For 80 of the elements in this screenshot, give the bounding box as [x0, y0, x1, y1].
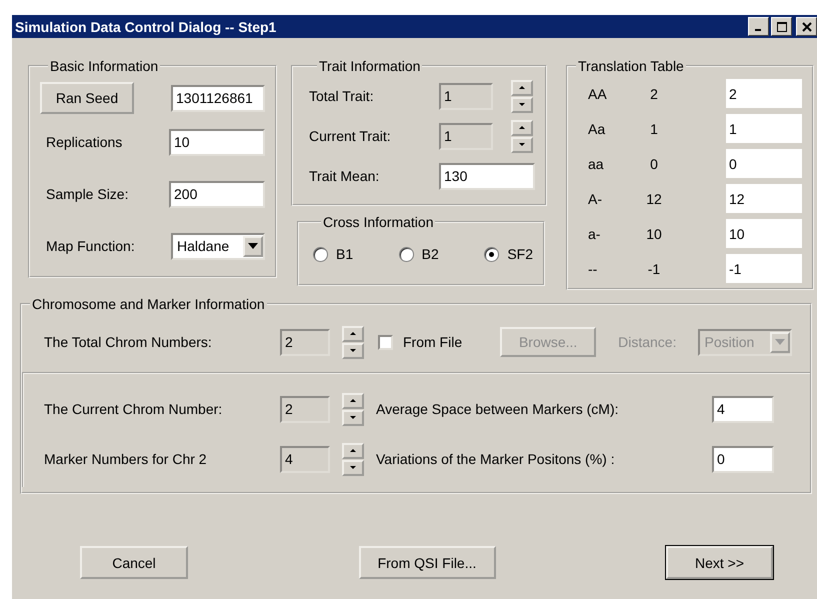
code-label: 1	[649, 120, 659, 136]
spin-down-button[interactable]	[342, 410, 364, 426]
map-function-dropdown[interactable]: Haldane	[171, 232, 265, 260]
spin-down-button[interactable]	[342, 460, 364, 476]
spin-down-button[interactable]	[511, 96, 533, 112]
genotype-label: aa	[588, 156, 605, 172]
radio-button[interactable]	[313, 246, 328, 262]
spin-down-button[interactable]	[511, 136, 533, 152]
field-label: Variations of the Marker Positons (%) :	[376, 451, 616, 467]
field-label: Distance:	[618, 334, 676, 350]
window-title: Simulation Data Control Dialog -- Step1	[15, 18, 276, 34]
translation-field[interactable]: 0	[726, 149, 802, 178]
genotype-label: A-	[588, 190, 603, 206]
up-arrow-icon	[350, 449, 356, 452]
field-label: Map Function:	[46, 238, 135, 254]
radio-label[interactable]: SF2	[507, 246, 533, 262]
spin-up-button[interactable]	[342, 442, 364, 458]
maximize-button[interactable]	[771, 17, 792, 36]
spin-up-button[interactable]	[511, 120, 533, 136]
close-icon	[802, 22, 812, 32]
input-field[interactable]: 200	[169, 180, 265, 208]
translation-field[interactable]: 12	[726, 184, 802, 213]
radio-label[interactable]: B1	[336, 246, 354, 262]
spin-up-button[interactable]	[511, 80, 533, 96]
dropdown-arrow-icon	[775, 339, 786, 345]
radio-button[interactable]	[398, 246, 414, 262]
dialog-button[interactable]: Cancel	[80, 546, 188, 579]
genotype-label: a-	[588, 226, 602, 242]
checkbox[interactable]	[378, 334, 393, 350]
maximize-icon	[776, 22, 786, 32]
field-label: Average Space between Markers (cM):	[376, 401, 620, 417]
code-label: 10	[645, 226, 663, 242]
field-label: The Total Chrom Numbers:	[44, 334, 213, 350]
down-arrow-icon	[350, 349, 356, 352]
translation-field[interactable]: 1	[726, 114, 802, 143]
genotype-label: --	[588, 260, 598, 276]
ran-seed-button[interactable]: Ran Seed	[40, 82, 134, 114]
input-field[interactable]: 10	[169, 128, 265, 156]
genotype-label: AA	[588, 86, 608, 102]
code-label: 0	[649, 156, 659, 172]
close-button[interactable]	[796, 17, 817, 36]
group-title: Trait Information	[318, 58, 422, 74]
up-arrow-icon	[350, 332, 356, 335]
down-arrow-icon	[519, 103, 525, 106]
spin-down-button[interactable]	[342, 342, 364, 358]
checkbox-label[interactable]: From File	[403, 334, 462, 350]
code-label: 2	[649, 86, 659, 102]
field-label: Current Trait:	[309, 128, 392, 144]
code-label: -1	[646, 260, 662, 276]
translation-field[interactable]: 10	[726, 219, 802, 248]
down-arrow-icon	[350, 466, 356, 469]
translation-field[interactable]: -1	[726, 254, 802, 283]
down-arrow-icon	[350, 416, 356, 419]
field-label: Sample Size:	[46, 186, 128, 202]
dialog-button[interactable]: Next >>	[666, 546, 773, 579]
up-arrow-icon	[519, 86, 525, 89]
group-title: Basic Information	[49, 58, 160, 74]
group-title: Translation Table	[577, 58, 685, 74]
translation-field[interactable]: 2	[726, 79, 802, 108]
field-label: Replications	[46, 134, 122, 150]
group-title: Chromosome and Marker Information	[31, 296, 266, 312]
genotype-label: Aa	[588, 120, 606, 136]
dropdown-arrow-icon	[248, 243, 258, 249]
spin-up-button[interactable]	[342, 392, 364, 408]
dialog-button[interactable]: From QSI File...	[358, 546, 496, 579]
up-arrow-icon	[350, 399, 356, 402]
minimize-button[interactable]	[748, 17, 769, 36]
code-label: 12	[645, 190, 663, 206]
radio-label[interactable]: B2	[422, 246, 439, 262]
field-label: Total Trait:	[309, 88, 375, 104]
radio-button[interactable]	[484, 246, 500, 262]
field-label: Trait Mean:	[309, 168, 380, 184]
up-arrow-icon	[519, 126, 525, 129]
seed-field[interactable]: 1301126861	[171, 84, 265, 112]
down-arrow-icon	[519, 143, 525, 146]
field-label: The Current Chrom Number:	[44, 401, 224, 417]
spin-up-button[interactable]	[342, 326, 364, 342]
trait-mean-field[interactable]: 130	[439, 162, 535, 190]
field-label: Marker Numbers for Chr 2	[44, 451, 208, 467]
group-title: Cross Information	[322, 214, 434, 230]
